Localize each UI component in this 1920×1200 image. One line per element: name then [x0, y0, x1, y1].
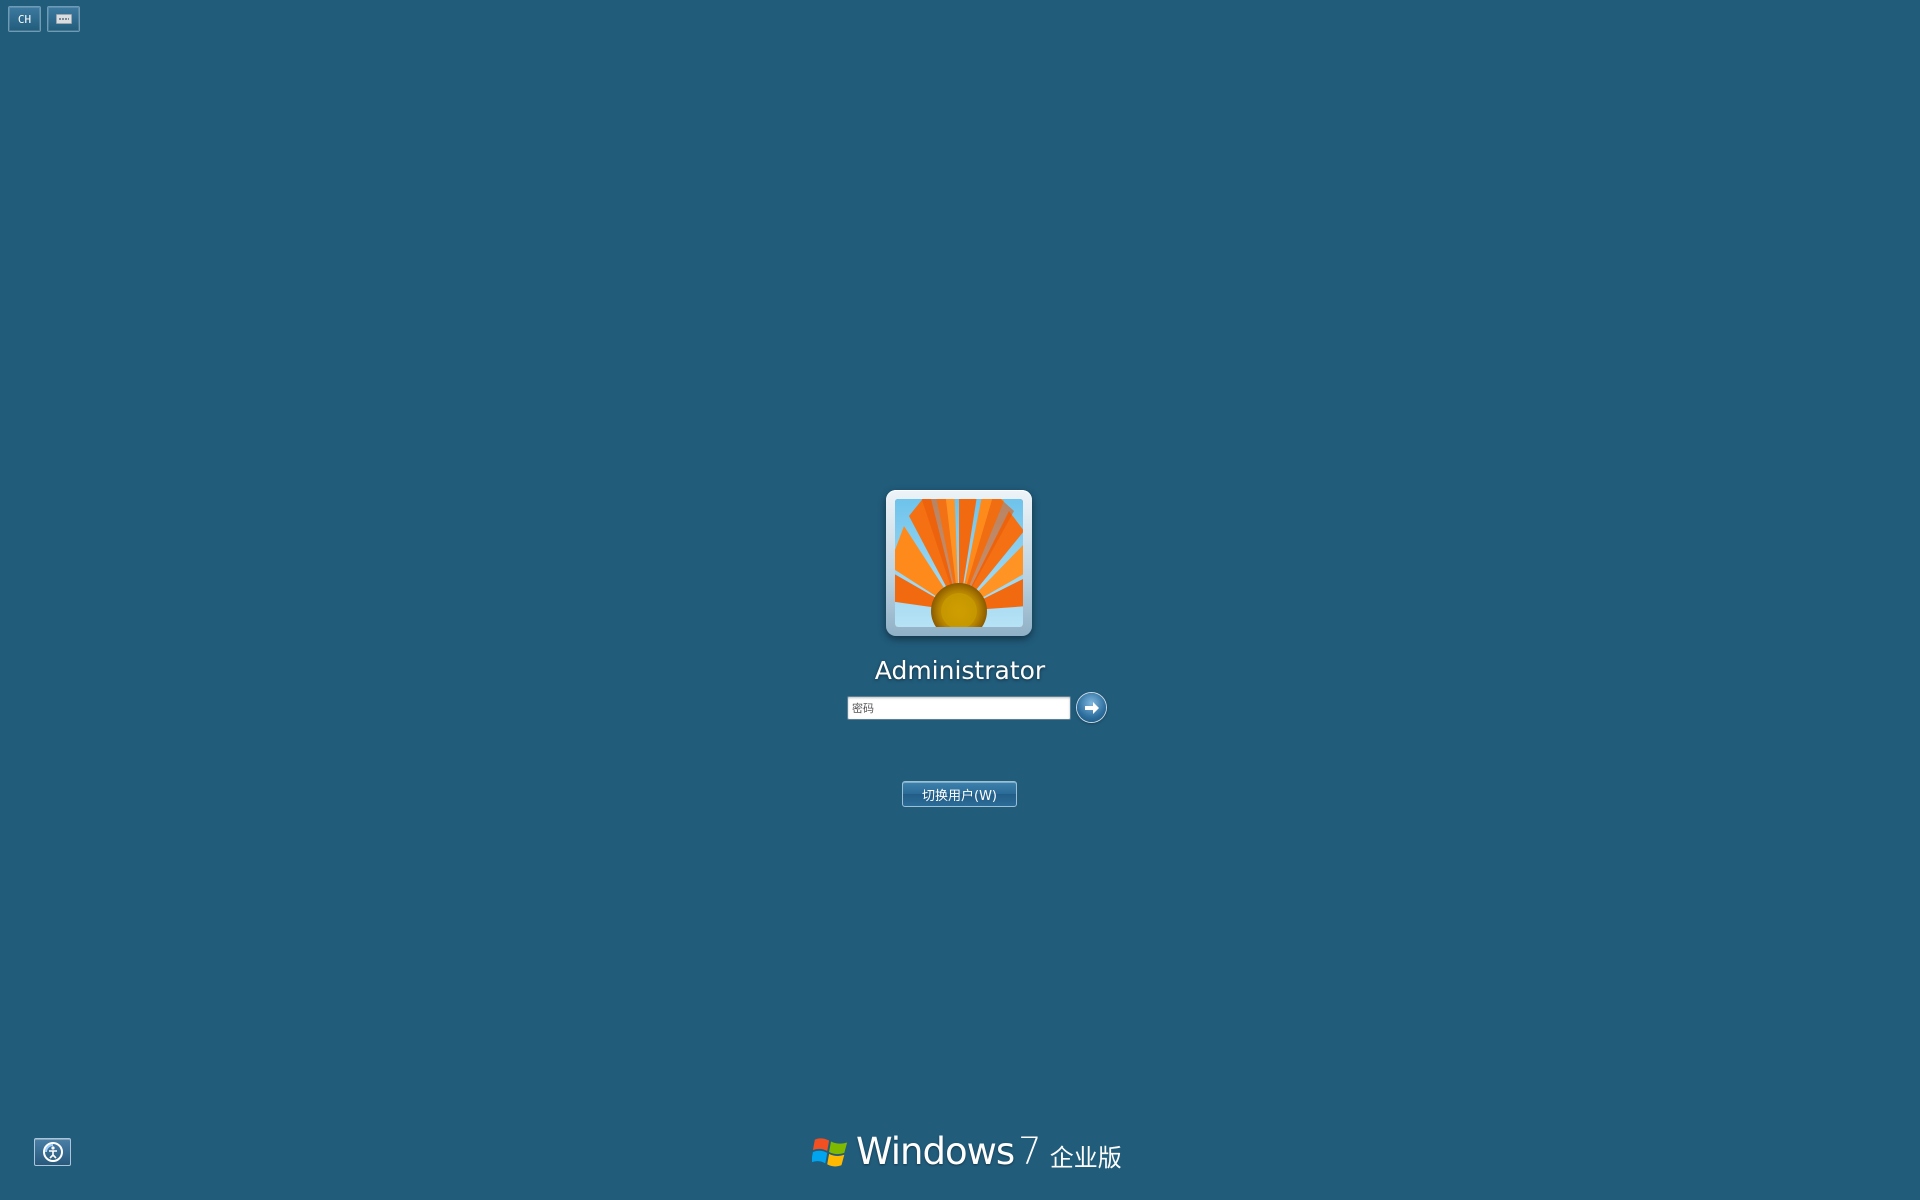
input-language-label: CH [17, 12, 32, 26]
brand-word: Windows [856, 1129, 1015, 1173]
submit-button[interactable] [1077, 693, 1106, 722]
ease-of-access-button[interactable] [34, 1138, 71, 1166]
on-screen-keyboard-button[interactable] [47, 6, 80, 32]
username-label: Administrator [874, 656, 1046, 685]
user-tile [886, 490, 1032, 636]
brand-edition: 企业版 [1049, 1143, 1122, 1172]
login-screen: CH Administrator 切换用户(W) Windows 7 企业版 [0, 0, 1920, 1200]
switch-user-label: 切换用户(W) [922, 788, 997, 804]
input-language-button[interactable]: CH [8, 6, 41, 32]
keyboard-icon [55, 14, 72, 24]
windows-logo-icon [812, 1138, 848, 1167]
brand-version: 7 [1018, 1129, 1042, 1173]
arrow-right-icon [1084, 701, 1099, 714]
password-field[interactable] [847, 696, 1071, 720]
ease-of-access-icon [42, 1142, 63, 1162]
switch-user-button[interactable]: 切换用户(W) [902, 781, 1017, 807]
user-picture [895, 499, 1023, 627]
windows-branding: Windows 7 企业版 [812, 1128, 1122, 1174]
flower-image [895, 499, 1023, 627]
